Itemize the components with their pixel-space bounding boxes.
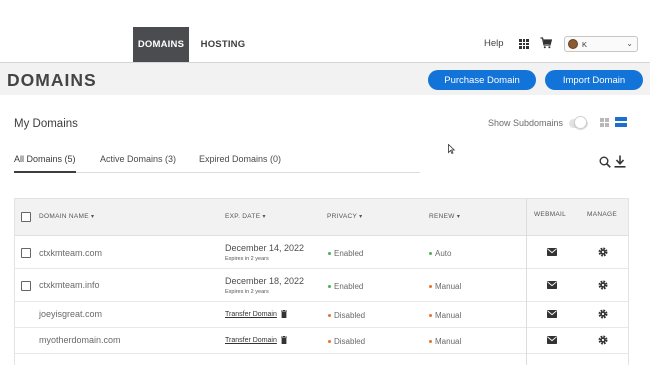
subtab-all-domains[interactable]: All Domains (5) xyxy=(14,154,76,164)
status-dot xyxy=(328,314,331,318)
sort-caret-icon: ▾ xyxy=(359,214,363,220)
col-renew[interactable]: RENEW ▾ xyxy=(429,213,460,220)
subtab-active-domains[interactable]: Active Domains (3) xyxy=(100,154,176,164)
exp-date: December 18, 2022 xyxy=(225,276,305,286)
account-label: K xyxy=(582,39,588,49)
privacy-status: Enabled xyxy=(328,282,363,291)
tab-domains[interactable]: DOMAINS xyxy=(133,27,189,62)
col-exp-date[interactable]: EXP. DATE ▾ xyxy=(225,213,266,220)
status-dot xyxy=(429,314,432,318)
page-title: DOMAINS xyxy=(7,70,97,90)
avatar xyxy=(568,39,578,49)
toggle-knob[interactable] xyxy=(574,116,587,129)
section-title: My Domains xyxy=(14,118,78,130)
col-privacy[interactable]: PRIVACY ▾ xyxy=(327,213,362,220)
sort-caret-icon: ▾ xyxy=(456,214,461,220)
transfer-domain-link[interactable]: Transfer Domain xyxy=(225,311,277,318)
sort-caret-icon: ▾ xyxy=(91,214,95,220)
help-link[interactable]: Help xyxy=(484,38,504,49)
domains-table: DOMAIN NAME ▾ EXP. DATE ▾ PRIVACY ▾ RENE… xyxy=(14,198,629,365)
table-row: joeyisgreat.com Transfer Domain Disabled… xyxy=(15,302,628,328)
apps-grid-icon[interactable] xyxy=(519,39,529,49)
renew-status: Manual xyxy=(429,337,461,346)
search-icon[interactable] xyxy=(599,156,611,168)
column-divider xyxy=(526,199,527,365)
status-dot xyxy=(328,340,331,344)
select-all-checkbox[interactable] xyxy=(21,212,31,222)
show-subdomains-label: Show Subdomains xyxy=(488,118,564,128)
gear-icon[interactable] xyxy=(598,309,608,319)
mouse-cursor-icon xyxy=(448,144,455,154)
transfer-domain-link[interactable]: Transfer Domain xyxy=(225,337,277,344)
chevron-down-icon: ⌄ xyxy=(626,39,633,48)
import-domain-button[interactable]: Import Domain xyxy=(545,70,643,90)
mail-icon[interactable] xyxy=(547,336,557,344)
table-row: ctxkmteam.com December 14, 2022 Expires … xyxy=(15,236,628,269)
table-row: myotherdomain.com Transfer Domain Disabl… xyxy=(15,328,628,354)
subtab-expired-domains[interactable]: Expired Domains (0) xyxy=(199,154,281,164)
gear-icon[interactable] xyxy=(598,280,608,290)
col-manage: MANAGE xyxy=(587,211,617,218)
cart-icon[interactable] xyxy=(540,37,552,49)
trash-icon[interactable] xyxy=(281,310,287,318)
privacy-status: Disabled xyxy=(328,311,365,320)
renew-status: Manual xyxy=(429,282,461,291)
privacy-status: Enabled xyxy=(328,249,363,258)
row-checkbox[interactable] xyxy=(21,248,31,258)
status-dot xyxy=(429,252,432,256)
domain-name[interactable]: myotherdomain.com xyxy=(39,335,121,345)
purchase-domain-button[interactable]: Purchase Domain xyxy=(428,70,536,90)
domain-name[interactable]: ctxkmteam.com xyxy=(39,248,102,258)
exp-date: December 14, 2022 xyxy=(225,243,305,253)
page-header: DOMAINS Purchase Domain Import Domain xyxy=(0,62,650,95)
status-dot xyxy=(328,285,331,289)
tab-hosting[interactable]: HOSTING xyxy=(196,27,250,62)
exp-countdown: Expires in 2 years xyxy=(225,256,269,262)
download-icon[interactable] xyxy=(614,155,626,168)
exp-countdown: Expires in 2 years xyxy=(225,289,269,295)
mail-icon[interactable] xyxy=(547,248,557,256)
domain-name[interactable]: ctxkmteam.info xyxy=(39,280,100,290)
privacy-status: Disabled xyxy=(328,337,365,346)
account-select[interactable]: K ⌄ xyxy=(564,36,638,52)
domain-name[interactable]: joeyisgreat.com xyxy=(39,309,102,319)
gear-icon[interactable] xyxy=(598,335,608,345)
grid-view-icon[interactable] xyxy=(600,118,610,127)
renew-status: Manual xyxy=(429,311,461,320)
list-view-icon[interactable] xyxy=(615,117,627,127)
renew-status: Auto xyxy=(429,249,451,258)
table-row: ctxkmteam.info December 18, 2022 Expires… xyxy=(15,269,628,302)
status-dot xyxy=(429,340,432,344)
col-webmail: WEBMAIL xyxy=(534,211,567,218)
col-domain-name[interactable]: DOMAIN NAME ▾ xyxy=(39,213,94,220)
status-dot xyxy=(328,252,331,256)
subtab-active-indicator xyxy=(14,171,76,173)
trash-icon[interactable] xyxy=(281,336,287,344)
top-nav: DOMAINS HOSTING Help K ⌄ xyxy=(0,0,650,62)
mail-icon[interactable] xyxy=(547,310,557,318)
status-dot xyxy=(429,285,432,289)
row-checkbox[interactable] xyxy=(21,281,31,291)
mail-icon[interactable] xyxy=(547,281,557,289)
gear-icon[interactable] xyxy=(598,247,608,257)
table-header: DOMAIN NAME ▾ EXP. DATE ▾ PRIVACY ▾ RENE… xyxy=(15,199,628,236)
sort-caret-icon: ▾ xyxy=(262,214,266,220)
